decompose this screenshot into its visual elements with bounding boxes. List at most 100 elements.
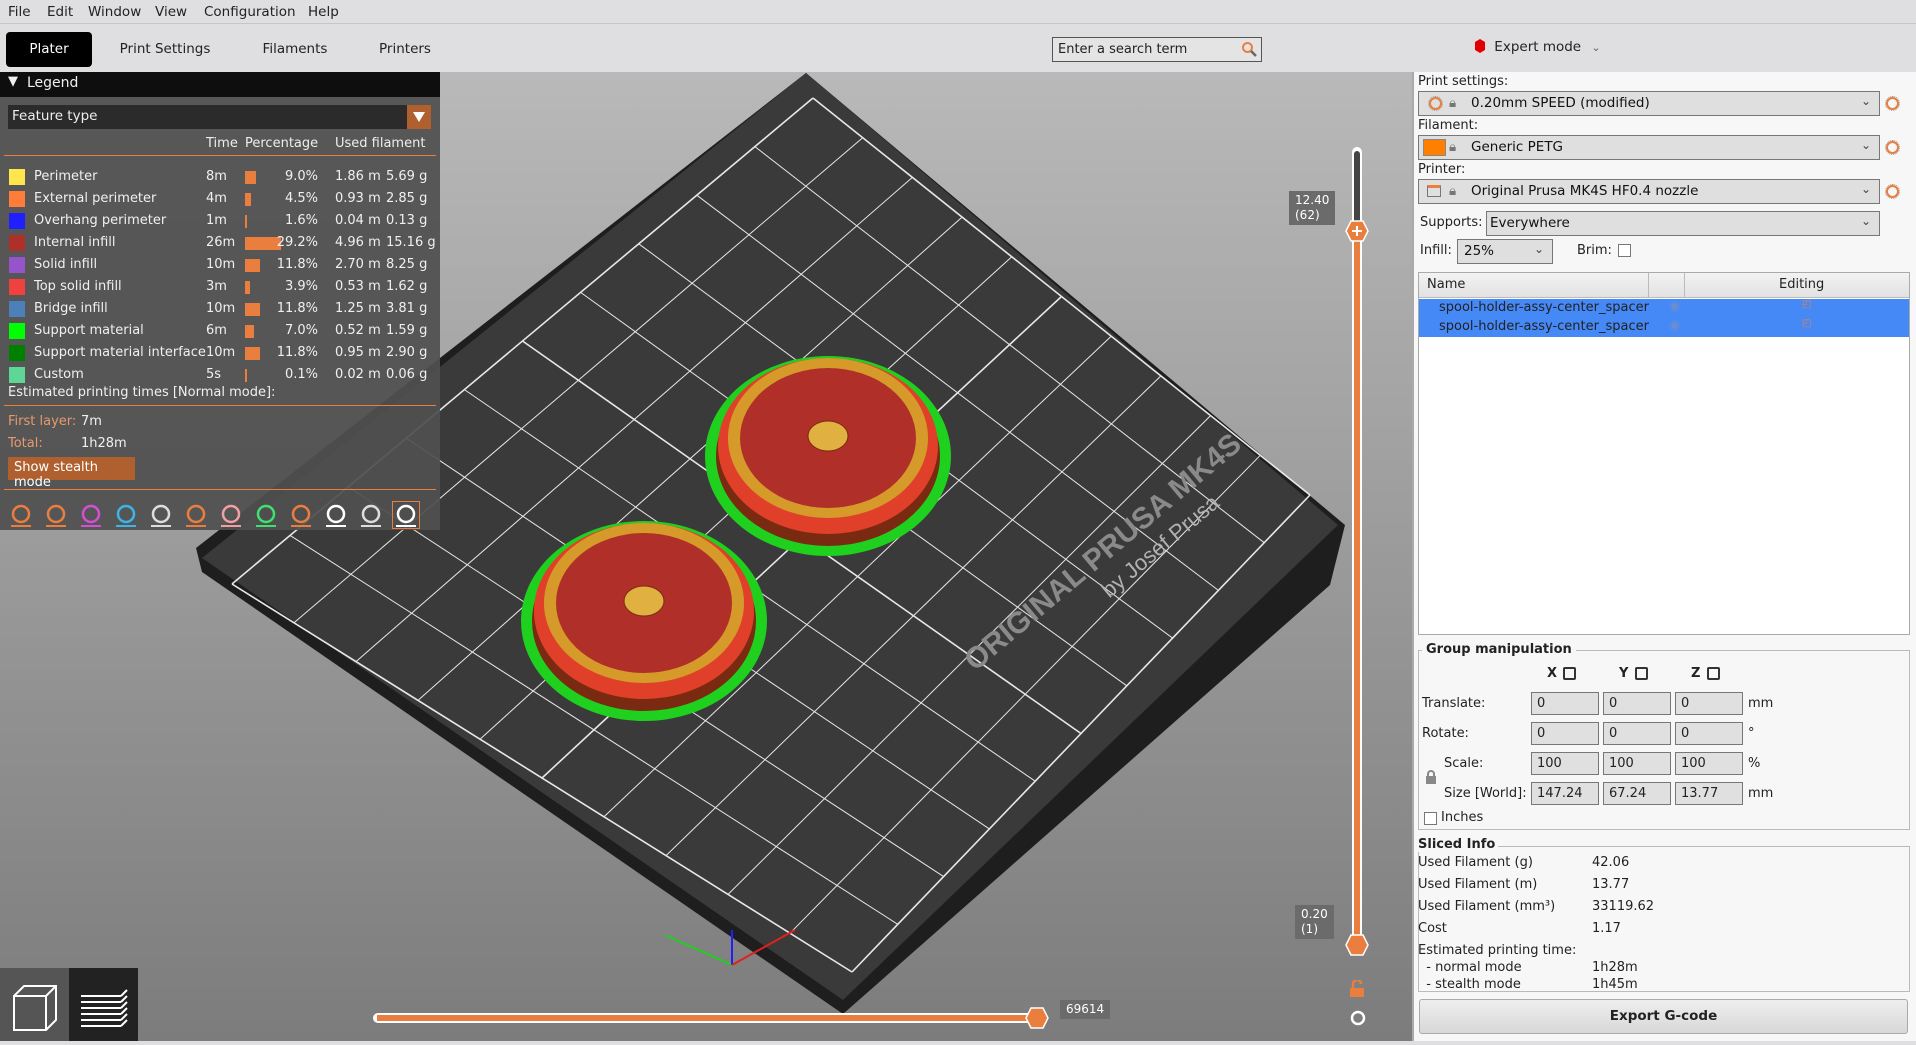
- filament-combo[interactable]: 🔒︎ Generic PETG ⌄: [1418, 135, 1880, 160]
- rotate-y-field[interactable]: 0: [1603, 722, 1671, 745]
- eye-icon[interactable]: ◉: [1669, 299, 1680, 314]
- export-gcode-button[interactable]: Export G-code: [1419, 999, 1908, 1034]
- legend-header[interactable]: ▼ Legend: [0, 72, 440, 97]
- 3d-view-button[interactable]: [0, 968, 69, 1041]
- translate-x-field[interactable]: 0: [1531, 692, 1599, 715]
- sliced-object[interactable]: [705, 356, 951, 556]
- search-icon[interactable]: [1241, 41, 1257, 58]
- seams-icon[interactable]: [148, 502, 174, 528]
- legend-item[interactable]: Custom 5s 0.1% 0.02 m 0.06 g: [0, 365, 440, 385]
- show-stealth-mode-button[interactable]: Show stealth mode: [8, 457, 135, 490]
- feature-percentage: 4.5%: [284, 191, 318, 206]
- rotate-z-field[interactable]: 0: [1675, 722, 1743, 745]
- menu-file[interactable]: File: [8, 4, 31, 20]
- scale-x-field[interactable]: 100: [1531, 752, 1599, 775]
- retractions-icon[interactable]: [78, 502, 104, 528]
- size-x-field[interactable]: 147.24: [1531, 782, 1599, 805]
- legend-item[interactable]: Overhang perimeter 1m 1.6% 0.04 m 0.13 g: [0, 211, 440, 231]
- menu-configuration[interactable]: Configuration: [204, 4, 296, 20]
- legend-item[interactable]: Solid infill 10m 11.8% 2.70 m 8.25 g: [0, 255, 440, 275]
- travel-icon[interactable]: [8, 502, 34, 528]
- sliced-object[interactable]: [521, 521, 767, 721]
- pause-icon[interactable]: [253, 502, 279, 528]
- tab-plater[interactable]: Plater: [6, 32, 92, 67]
- drop-to-bed-icon[interactable]: [1635, 667, 1648, 680]
- size-label: Size [World]:: [1444, 786, 1527, 801]
- drop-to-bed-icon[interactable]: [1707, 667, 1720, 680]
- translate-z-field[interactable]: 0: [1675, 692, 1743, 715]
- preview-layers-button[interactable]: [69, 968, 138, 1041]
- scale-unit: %: [1748, 756, 1761, 771]
- menu-window[interactable]: Window: [88, 4, 141, 20]
- legend-item[interactable]: External perimeter 4m 4.5% 0.93 m 2.85 g: [0, 189, 440, 209]
- object-row[interactable]: spool-holder-assy-center_spacer ◉ ◰: [1419, 299, 1909, 318]
- legend-item[interactable]: Support material 6m 7.0% 0.52 m 1.59 g: [0, 321, 440, 341]
- inches-checkbox[interactable]: [1424, 812, 1437, 825]
- percentage-bar: [245, 215, 247, 228]
- edit-filament-gear-icon[interactable]: [1885, 140, 1900, 155]
- view-type-dropdown-button[interactable]: [407, 105, 431, 129]
- tab-printers[interactable]: Printers: [370, 32, 440, 67]
- legend-item[interactable]: Bridge infill 10m 11.8% 1.25 m 3.81 g: [0, 299, 440, 319]
- legend-item[interactable]: Top solid infill 3m 3.9% 0.53 m 1.62 g: [0, 277, 440, 297]
- legend-item[interactable]: Perimeter 8m 9.0% 1.86 m 5.69 g: [0, 167, 440, 187]
- first-layer-label: First layer:: [8, 414, 77, 429]
- layer-slider-track[interactable]: [1352, 147, 1362, 947]
- legend-item[interactable]: Internal infill 26m 29.2% 4.96 m 15.16 g: [0, 233, 440, 253]
- center-of-gravity-icon[interactable]: [323, 502, 349, 528]
- percentage-bar: [245, 193, 251, 206]
- brim-checkbox[interactable]: [1618, 244, 1631, 257]
- search-input[interactable]: Enter a search term: [1052, 37, 1262, 62]
- object-row[interactable]: spool-holder-assy-center_spacer ◉ ◰: [1419, 318, 1909, 337]
- edit-icon[interactable]: ◰: [1802, 318, 1811, 329]
- menu-edit[interactable]: Edit: [47, 4, 73, 20]
- drop-to-bed-icon[interactable]: [1563, 667, 1576, 680]
- layer-top-handle-plus-icon[interactable]: [1345, 220, 1369, 242]
- unlock-icon[interactable]: [1348, 980, 1368, 998]
- size-y-field[interactable]: 67.24: [1603, 782, 1671, 805]
- feature-meters: 0.52 m: [335, 323, 381, 338]
- percentage-bar: [245, 259, 260, 272]
- scale-y-field[interactable]: 100: [1603, 752, 1671, 775]
- feature-meters: 0.04 m: [335, 213, 381, 228]
- scale-lock-icon[interactable]: [1425, 770, 1437, 785]
- print-settings-combo[interactable]: 🔒︎ 0.20mm SPEED (modified) ⌄: [1418, 91, 1880, 116]
- view-type-select[interactable]: Feature type: [8, 105, 431, 129]
- supports-combo[interactable]: Everywhere ⌄: [1486, 211, 1880, 236]
- shells-icon[interactable]: [358, 502, 384, 528]
- filament-color-swatch[interactable]: [1423, 139, 1446, 156]
- menu-view[interactable]: View: [155, 4, 187, 20]
- deretractions-icon[interactable]: [113, 502, 139, 528]
- menu-help[interactable]: Help: [308, 4, 339, 20]
- edit-printer-gear-icon[interactable]: [1885, 184, 1900, 199]
- mode-selector[interactable]: Expert mode ⌄: [1474, 39, 1601, 59]
- feature-time: 10m: [206, 301, 236, 316]
- legend-item[interactable]: Support material interface 10m 11.8% 0.95 m…: [0, 343, 440, 363]
- edit-icon[interactable]: ◰: [1802, 299, 1811, 310]
- translate-y-field[interactable]: 0: [1603, 692, 1671, 715]
- custom-gcode-icon[interactable]: [288, 502, 314, 528]
- infill-combo[interactable]: 25% ⌄: [1457, 239, 1553, 264]
- printer-combo[interactable]: 🔒︎ Original Prusa MK4S HF0.4 nozzle ⌄: [1418, 179, 1880, 204]
- cube-icon: [13, 985, 57, 1031]
- rotate-x-field[interactable]: 0: [1531, 722, 1599, 745]
- scale-z-field[interactable]: 100: [1675, 752, 1743, 775]
- tab-print-settings[interactable]: Print Settings: [112, 32, 218, 67]
- settings-cog-icon[interactable]: [1348, 1008, 1368, 1028]
- sliced-info-label: Estimated printing time:: [1418, 943, 1577, 958]
- wipe-icon[interactable]: [43, 502, 69, 528]
- tab-filaments[interactable]: Filaments: [255, 32, 335, 67]
- col-editing[interactable]: Editing: [1779, 277, 1824, 292]
- eye-icon[interactable]: ◉: [1669, 318, 1680, 333]
- col-name[interactable]: Name: [1427, 277, 1465, 292]
- color-changes-icon[interactable]: [218, 502, 244, 528]
- tool-marker-icon[interactable]: [392, 501, 420, 529]
- layer-bottom-handle[interactable]: [1345, 934, 1369, 956]
- tool-changes-icon[interactable]: [183, 502, 209, 528]
- collapse-triangle-icon[interactable]: ▼: [8, 74, 18, 89]
- chevron-down-icon: ⌄: [1591, 41, 1601, 54]
- edit-print-settings-gear-icon[interactable]: [1885, 96, 1900, 111]
- size-z-field[interactable]: 13.77: [1675, 782, 1743, 805]
- move-slider-track[interactable]: [373, 1013, 1039, 1023]
- move-slider-handle[interactable]: [1025, 1007, 1049, 1029]
